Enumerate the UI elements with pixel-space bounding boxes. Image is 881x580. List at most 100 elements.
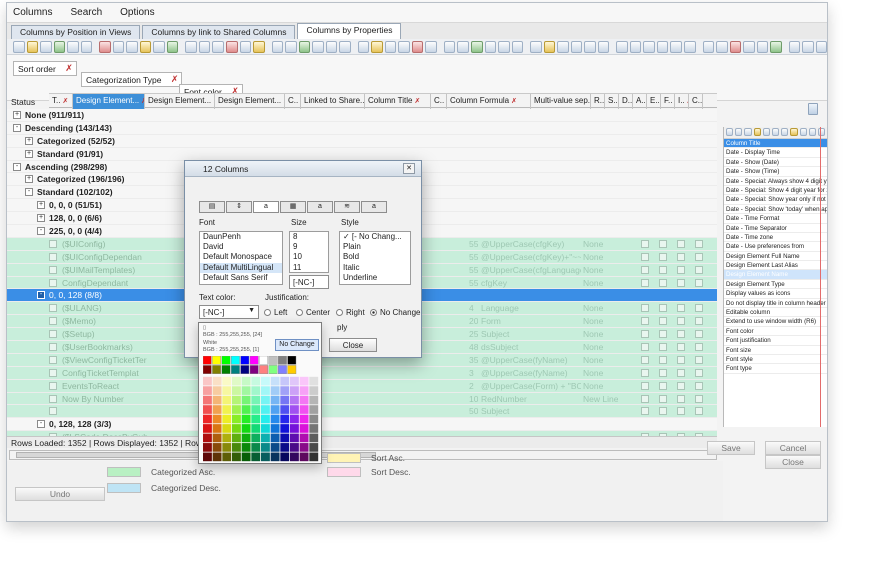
property-checkbox[interactable] [695,278,703,287]
property-item[interactable]: Font size [724,346,827,355]
color-swatch[interactable] [270,424,280,433]
scrollbar-thumb[interactable] [16,452,376,458]
toolbar-tool-icon[interactable] [166,40,179,53]
property-item[interactable]: Date - Time Separator [724,224,827,233]
toolbar-tool-icon[interactable] [788,40,801,53]
property-checkbox[interactable] [659,394,667,403]
toolbar-tool-icon[interactable] [198,40,211,53]
color-swatch[interactable] [259,365,269,374]
color-swatch[interactable] [299,424,309,433]
column-header[interactable]: Design Element...✗ [215,94,285,109]
property-item[interactable]: Date - Display Time [724,148,827,158]
color-swatch[interactable] [261,386,270,395]
color-swatch[interactable] [241,433,251,443]
color-swatch[interactable] [203,386,212,395]
toolbar-tool-icon[interactable] [371,40,383,53]
color-swatch[interactable] [212,443,222,452]
property-item[interactable]: Font justification [724,336,827,346]
color-swatch[interactable] [232,443,241,452]
color-swatch[interactable] [280,424,290,433]
property-item[interactable]: Date - Show (Time) [724,167,827,177]
collapse-icon[interactable]: - [13,123,21,132]
color-swatch[interactable] [203,376,212,386]
color-swatch[interactable] [270,443,280,452]
toolbar-tool-icon[interactable] [530,40,542,53]
property-checkbox[interactable] [695,368,703,377]
color-swatch[interactable] [261,452,270,462]
tree-row[interactable]: Now By Number 10 RedNumber New Line [7,392,717,406]
trash-icon[interactable] [808,103,818,115]
row-checkbox[interactable] [49,317,57,326]
panel-tool-icon[interactable] [799,128,807,136]
row-checkbox[interactable] [49,278,57,287]
panel-tool-icon[interactable] [762,128,770,136]
collapse-icon[interactable]: - [37,226,45,235]
font-icon[interactable]: a [253,201,279,213]
toolbar-tool-icon[interactable] [139,40,152,53]
color-swatch[interactable] [203,433,212,443]
cancel-button[interactable]: Cancel [765,441,821,455]
property-item[interactable]: Editable column [724,308,827,318]
toolbar-tool-icon[interactable] [13,40,25,53]
toolbar-tool-icon[interactable] [153,40,165,53]
color-swatch[interactable] [222,376,232,386]
panel-tool-icon[interactable] [781,128,789,136]
color-swatch[interactable] [251,395,261,405]
property-checkbox[interactable] [641,355,649,364]
property-item[interactable]: Do not display title in column header [724,299,827,309]
list-item[interactable]: 10 [290,252,328,262]
color-swatch[interactable] [232,386,241,395]
property-checkbox[interactable] [641,368,649,377]
property-checkbox[interactable] [695,330,703,339]
color-swatch[interactable] [203,365,212,374]
property-checkbox[interactable] [659,304,667,313]
color-swatch[interactable] [277,356,287,365]
column-header[interactable]: A..✗ [633,94,647,109]
property-item[interactable]: Date - Special: Show 'today' when app [724,205,827,215]
color-swatch[interactable] [290,452,299,462]
color-swatch[interactable] [232,376,241,386]
color-swatch[interactable] [249,365,259,374]
property-checkbox[interactable] [677,381,685,390]
color-swatch[interactable] [261,405,270,414]
color-swatch[interactable] [203,443,212,452]
list-item[interactable]: Default MultiLingual [200,262,282,273]
color-swatch[interactable] [203,424,212,433]
undo-button[interactable]: Undo [15,487,105,501]
toolbar-tool-icon[interactable] [443,40,456,53]
color-swatch[interactable] [309,376,319,386]
panel-tool-icon[interactable] [817,128,826,136]
expand-icon[interactable]: + [25,149,33,158]
property-checkbox[interactable] [695,239,703,248]
toolbar-tool-icon[interactable] [99,40,111,53]
property-checkbox[interactable] [677,342,685,351]
property-checkbox[interactable] [659,381,667,390]
color-swatch[interactable] [212,405,222,414]
tree-row[interactable]: + Categorized (52/52) [7,134,717,148]
column-header[interactable]: E..✗ [647,94,661,109]
property-checkbox[interactable] [695,304,703,313]
menu-options[interactable]: Options [120,7,154,18]
row-checkbox[interactable] [49,252,57,261]
list-item[interactable]: 8 [290,232,328,242]
property-checkbox[interactable] [695,407,703,416]
color-swatch[interactable] [231,365,240,374]
panel-tool-icon[interactable] [808,128,816,136]
column-header[interactable]: Linked to Share...✗ [301,94,365,109]
tree-row[interactable]: + Standard (91/91) [7,147,717,161]
row-checkbox[interactable] [49,355,57,364]
toolbar-tool-icon[interactable] [457,40,469,53]
color-swatch[interactable] [270,376,280,386]
color-swatch[interactable] [203,414,212,424]
toolbar-tool-icon[interactable] [285,40,297,53]
color-swatch[interactable] [241,405,251,414]
property-checkbox[interactable] [659,330,667,339]
toolbar-tool-icon[interactable] [411,40,424,53]
toolbar-tool-icon[interactable] [67,40,79,53]
justification-radio[interactable]: No Change [370,308,420,317]
color-swatch[interactable] [290,433,299,443]
property-checkbox[interactable] [641,407,649,416]
property-item[interactable]: Design Element Type [724,280,827,290]
color-swatch[interactable] [299,405,309,414]
property-checkbox[interactable] [641,317,649,326]
